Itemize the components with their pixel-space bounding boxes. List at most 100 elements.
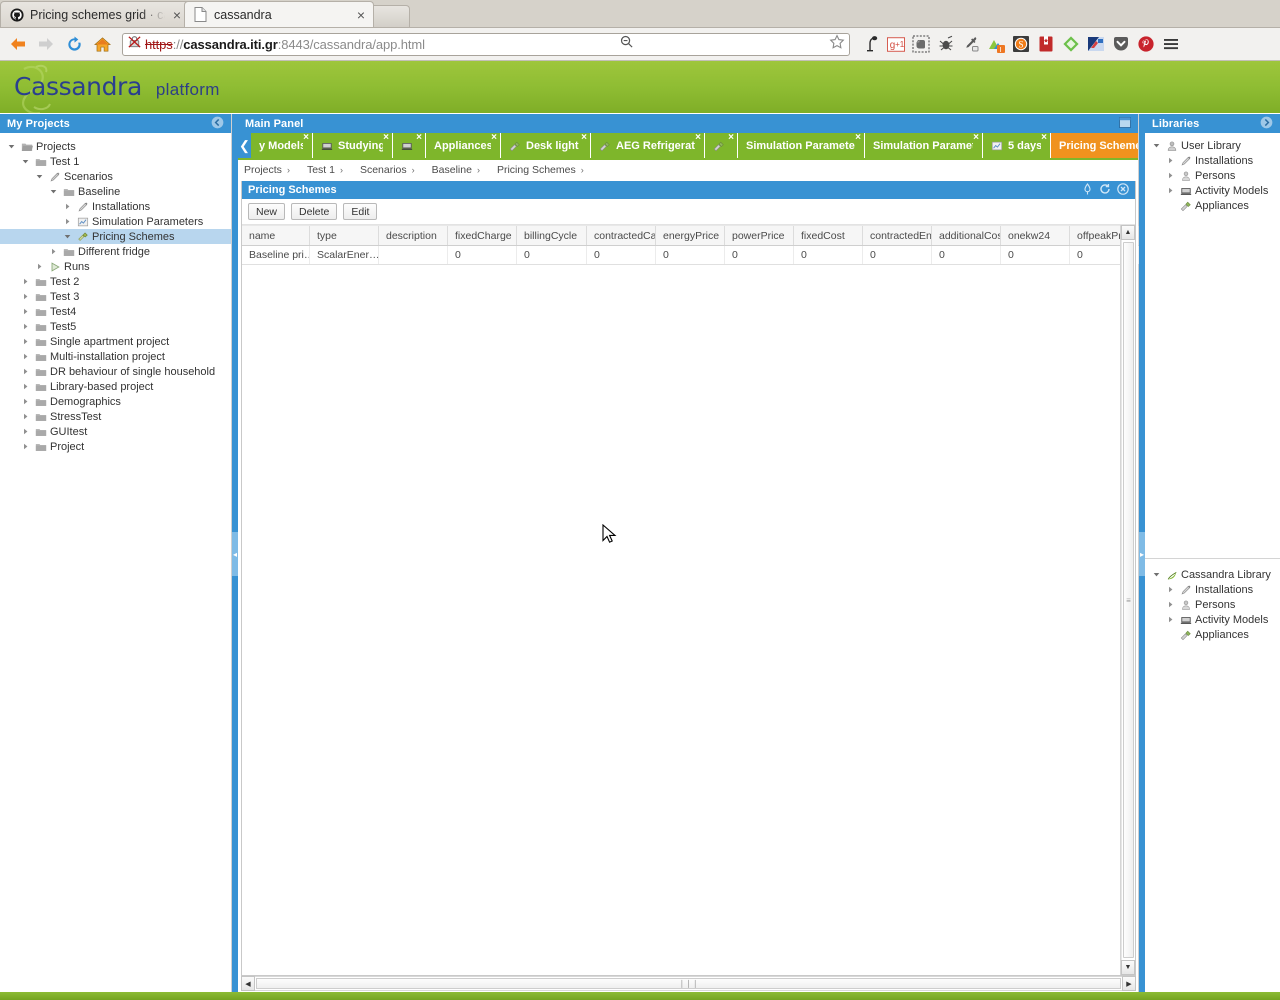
tree-arrow-icon[interactable] <box>20 443 31 450</box>
tree-arrow-icon[interactable] <box>20 278 31 285</box>
tree-arrow-icon[interactable] <box>20 338 31 345</box>
awesome-screenshot-icon[interactable]: I <box>985 33 1007 55</box>
main-tab-desk-light[interactable]: Desk light × <box>501 133 591 158</box>
grid-column-header-onekw24[interactable]: onekw24 <box>1001 226 1070 245</box>
tree-arrow-icon[interactable] <box>20 308 31 315</box>
tree-item-installations[interactable]: Installations <box>0 199 231 214</box>
grid-column-header-type[interactable]: type <box>310 226 379 245</box>
main-tab-pricing-schemes[interactable]: Pricing Schemes× <box>1051 133 1138 158</box>
breadcrumb-item-scenarios[interactable]: Scenarios › <box>360 164 424 176</box>
tree-item-demographics[interactable]: Demographics <box>0 394 231 409</box>
browser-tab-close[interactable]: × <box>171 8 183 22</box>
main-tab-close-icon[interactable]: × <box>491 133 497 143</box>
collapse-left-icon[interactable] <box>211 116 224 132</box>
speed-dial-icon[interactable] <box>1085 33 1107 55</box>
tree-item-dr-behaviour-of-single-household[interactable]: DR behaviour of single household <box>0 364 231 379</box>
reload-icon[interactable] <box>62 32 86 56</box>
pin-icon[interactable] <box>1082 182 1093 198</box>
tree-item-simulation-parameters[interactable]: Simulation Parameters <box>0 214 231 229</box>
evernote-icon[interactable] <box>910 33 932 55</box>
tree-arrow-icon[interactable] <box>1165 172 1176 179</box>
eyedropper-icon[interactable] <box>960 33 982 55</box>
tree-item-guitest[interactable]: GUItest <box>0 424 231 439</box>
tree-item-runs[interactable]: Runs <box>0 259 231 274</box>
grid-column-header-name[interactable]: name <box>242 226 310 245</box>
tree-item-test-3[interactable]: Test 3 <box>0 289 231 304</box>
new-tab-button[interactable] <box>370 5 410 27</box>
library-item-installations[interactable]: Installations <box>1145 582 1280 597</box>
skitch-icon[interactable]: S <box>1010 33 1032 55</box>
tree-item-baseline[interactable]: Baseline <box>0 184 231 199</box>
bookmark-book-icon[interactable] <box>1035 33 1057 55</box>
tree-arrow-icon[interactable] <box>62 218 73 225</box>
tree-item-pricing-schemes[interactable]: Pricing Schemes <box>0 229 231 244</box>
library-item-user-library[interactable]: User Library <box>1145 138 1280 153</box>
tree-arrow-icon[interactable] <box>1165 586 1176 593</box>
grid-column-header-fixedCost[interactable]: fixedCost <box>794 226 863 245</box>
grid-column-header-additionalCost[interactable]: additionalCost <box>932 226 1001 245</box>
tree-arrow-icon[interactable] <box>20 323 31 330</box>
breadcrumb-item-projects[interactable]: Projects › <box>244 164 299 176</box>
tree-arrow-icon[interactable] <box>34 173 45 180</box>
pinterest-icon[interactable] <box>1135 33 1157 55</box>
hscroll-thumb[interactable]: ❘❘❘ <box>256 978 1121 989</box>
main-tab-aeg-refrigerator[interactable]: AEG Refrigerator× <box>591 133 705 158</box>
scroll-down-button[interactable]: ▼ <box>1121 960 1135 975</box>
main-tab-appliances[interactable]: Appliances × <box>426 133 501 158</box>
tree-arrow-icon[interactable] <box>1151 571 1162 578</box>
tree-item-multi-installation-project[interactable]: Multi-installation project <box>0 349 231 364</box>
new-button[interactable]: New <box>248 203 286 220</box>
tree-item-different-fridge[interactable]: Different fridge <box>0 244 231 259</box>
main-tab-close-icon[interactable]: × <box>581 133 587 143</box>
breadcrumb-item-test-1[interactable]: Test 1 › <box>307 164 352 176</box>
tree-arrow-icon[interactable] <box>62 233 73 240</box>
tree-item-project[interactable]: Project <box>0 439 231 454</box>
close-icon[interactable] <box>1117 182 1129 198</box>
library-item-appliances[interactable]: Appliances <box>1145 627 1280 642</box>
tree-arrow-icon[interactable] <box>1165 601 1176 608</box>
tree-arrow-icon[interactable] <box>20 368 31 375</box>
tree-arrow-icon[interactable] <box>6 143 17 150</box>
browser-tab-close[interactable]: × <box>355 8 367 22</box>
desk-lamp-icon[interactable] <box>860 33 882 55</box>
tree-arrow-icon[interactable] <box>20 353 31 360</box>
tree-item-library-based-project[interactable]: Library-based project <box>0 379 231 394</box>
main-tab-close-icon[interactable]: × <box>695 133 701 143</box>
vscroll-track[interactable]: ≡ <box>1121 240 1135 960</box>
breadcrumb-item-pricing-schemes[interactable]: Pricing Schemes › <box>497 164 593 176</box>
library-item-activity-models[interactable]: Activity Models <box>1145 612 1280 627</box>
breadcrumb-item-baseline[interactable]: Baseline › <box>432 164 489 176</box>
tree-item-test-1[interactable]: Test 1 <box>0 154 231 169</box>
grid-column-header-energyPrice[interactable]: energyPrice <box>656 226 725 245</box>
library-item-installations[interactable]: Installations <box>1145 153 1280 168</box>
forward-icon[interactable] <box>34 32 58 56</box>
main-tab-tab-2[interactable]: × <box>393 133 426 158</box>
browser-tab-1[interactable]: cassandra × <box>184 1 374 27</box>
tab-scroll-prev-button[interactable]: ❮ <box>238 133 251 158</box>
tree-arrow-icon[interactable] <box>20 383 31 390</box>
tree-item-single-apartment-project[interactable]: Single apartment project <box>0 334 231 349</box>
grid-vertical-scrollbar[interactable]: ▲ ≡ ▼ <box>1120 225 1135 975</box>
grid-column-header-contractedCapacity[interactable]: contractedCapa <box>587 226 656 245</box>
bug-icon[interactable] <box>935 33 957 55</box>
grid-horizontal-scrollbar[interactable]: ◀ ❘❘❘ ▶ <box>241 976 1136 991</box>
window-restore-icon[interactable] <box>1119 116 1131 131</box>
tree-arrow-icon[interactable] <box>34 263 45 270</box>
expand-right-icon[interactable] <box>1260 116 1273 132</box>
tree-arrow-icon[interactable] <box>20 398 31 405</box>
tree-arrow-icon[interactable] <box>20 293 31 300</box>
tree-arrow-icon[interactable] <box>1151 142 1162 149</box>
tree-item-scenarios[interactable]: Scenarios <box>0 169 231 184</box>
right-splitter-grip[interactable]: ▸ <box>1139 532 1145 576</box>
tree-item-projects[interactable]: Projects <box>0 139 231 154</box>
scroll-left-button[interactable]: ◀ <box>241 976 255 991</box>
grid-column-header-powerPrice[interactable]: powerPrice <box>725 226 794 245</box>
library-item-appliances[interactable]: Appliances <box>1145 198 1280 213</box>
feedly-icon[interactable] <box>1060 33 1082 55</box>
tree-item-test4[interactable]: Test4 <box>0 304 231 319</box>
hamburger-menu-icon[interactable] <box>1160 33 1182 55</box>
zoom-out-icon[interactable] <box>619 34 634 54</box>
main-tab-close-icon[interactable]: × <box>728 133 734 143</box>
grid-column-header-billingCycle[interactable]: billingCycle <box>517 226 587 245</box>
vscroll-thumb[interactable]: ≡ <box>1123 242 1134 958</box>
